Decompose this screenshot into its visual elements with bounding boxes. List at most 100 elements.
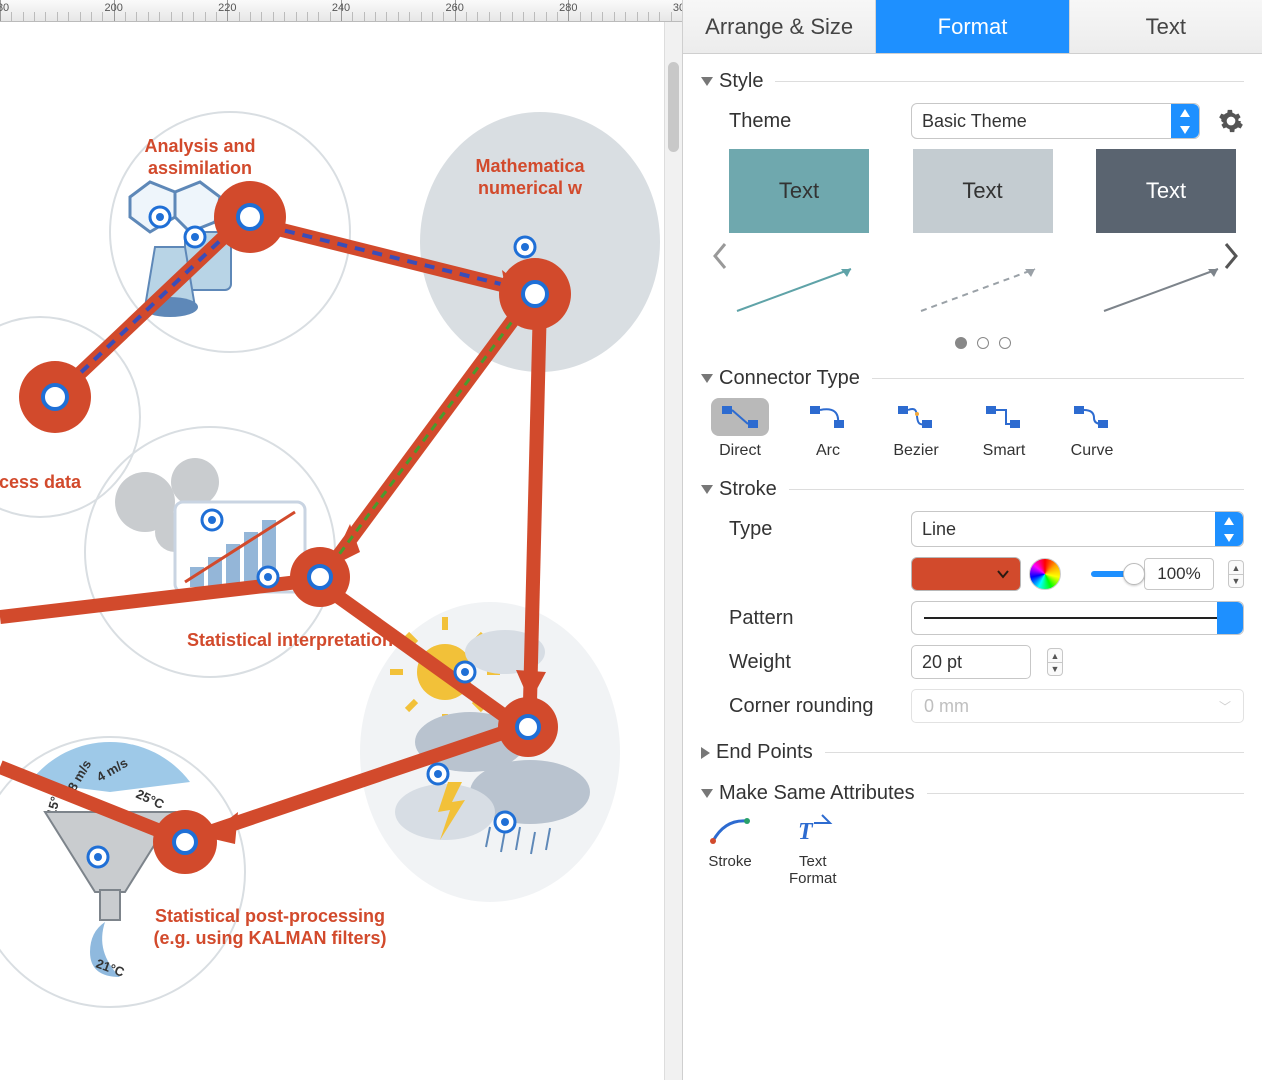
select-stepper-icon[interactable] [1171, 104, 1199, 138]
connector-type-label: Smart [983, 442, 1026, 460]
svg-text:T: T [798, 819, 814, 845]
opacity-stepper[interactable]: ▲▼ [1228, 560, 1244, 588]
chevron-right-icon[interactable] [1220, 241, 1240, 271]
section-title: Style [719, 70, 763, 93]
connector-curve-icon [1063, 398, 1121, 436]
section-title: Stroke [719, 478, 777, 501]
disclosure-triangle-icon [701, 789, 713, 798]
section-title: Make Same Attributes [719, 782, 915, 805]
theme-swatch[interactable]: Text [913, 149, 1053, 233]
theme-arrow-sample[interactable] [729, 259, 869, 319]
connector-type-label: Bezier [893, 442, 938, 460]
connector-type-bezier[interactable]: Bezier [887, 398, 945, 460]
node-weather[interactable] [498, 697, 558, 757]
section-style: Style Theme Basic Theme TextTex [701, 70, 1244, 349]
section-end-points: End Points [701, 741, 1244, 764]
page-dot[interactable] [999, 337, 1011, 349]
section-same-attrs: Make Same Attributes Stroke T Text Format [701, 782, 1244, 887]
theme-select[interactable]: Basic Theme [911, 103, 1200, 139]
theme-arrow-sample[interactable] [1096, 259, 1236, 319]
weight-input[interactable]: 20 pt [911, 645, 1031, 679]
select-stepper-icon[interactable] [1217, 602, 1243, 634]
tab-arrange-size[interactable]: Arrange & Size [683, 0, 876, 53]
connector-type-arc[interactable]: Arc [799, 398, 857, 460]
connector-type-label: Arc [816, 442, 840, 460]
scroll-thumb[interactable] [668, 62, 679, 152]
section-header-style[interactable]: Style [701, 70, 1244, 93]
disclosure-triangle-icon [701, 374, 713, 383]
theme-label: Theme [729, 110, 899, 133]
node-postproc[interactable] [153, 810, 217, 874]
gear-icon[interactable] [1218, 108, 1244, 134]
same-attr-stroke[interactable]: Stroke [707, 813, 753, 887]
label-math2: numerical w [478, 178, 583, 198]
select-stepper-icon[interactable] [1215, 512, 1243, 546]
corner-rounding-input: 0 mm ﹀ [911, 689, 1244, 723]
connector-smart-icon [975, 398, 1033, 436]
opacity-slider[interactable] [1091, 571, 1134, 577]
label-analysis: Analysis and [144, 136, 255, 156]
slider-knob[interactable] [1123, 563, 1145, 585]
stroke-type-value: Line [922, 519, 956, 540]
color-wheel-icon[interactable] [1029, 558, 1061, 590]
theme-swatch[interactable]: Text [1096, 149, 1236, 233]
connector-type-smart[interactable]: Smart [975, 398, 1033, 460]
same-attr-label: Text Format [789, 853, 837, 887]
section-header-same-attrs[interactable]: Make Same Attributes [701, 782, 1244, 805]
connector-type-curve[interactable]: Curve [1063, 398, 1121, 460]
tab-format[interactable]: Format [876, 0, 1069, 53]
corner-placeholder: 0 mm [924, 696, 969, 717]
disclosure-triangle-icon [701, 77, 713, 86]
pattern-select[interactable] [911, 601, 1244, 635]
label-math1: Mathematica [475, 156, 585, 176]
svg-text:21°C: 21°C [94, 956, 127, 980]
tab-text[interactable]: Text [1070, 0, 1262, 53]
connector-type-direct[interactable]: Direct [711, 398, 769, 460]
page-dot[interactable] [977, 337, 989, 349]
same-attr-text_format[interactable]: T Text Format [789, 813, 837, 887]
inspector-panel: Arrange & Size Format Text Style Theme B… [682, 0, 1262, 1080]
label-post2: (e.g. using KALMAN filters) [154, 928, 387, 948]
same-attr-label: Stroke [708, 853, 751, 870]
canvas-pane[interactable]: 180200220240260280300 [0, 0, 682, 1080]
canvas[interactable]: 8 m/s 4 m/s 15°C 25°C 21°C [0, 22, 682, 1080]
theme-arrow-sample[interactable] [913, 259, 1053, 319]
weight-label: Weight [729, 651, 899, 674]
gallery-page-dots[interactable] [729, 337, 1236, 349]
section-title: Connector Type [719, 367, 860, 390]
connector-arc-icon [799, 398, 857, 436]
theme-swatch[interactable]: Text [729, 149, 869, 233]
section-connector-type: Connector Type Direct Arc Bezier Smart Curve [701, 367, 1244, 460]
opacity-value[interactable]: 100% [1144, 558, 1214, 590]
disclosure-triangle-icon [701, 485, 713, 494]
stroke-color-swatch[interactable] [911, 557, 1021, 591]
diagram-svg[interactable]: 8 m/s 4 m/s 15°C 25°C 21°C [0, 22, 682, 1080]
label-assimilation: assimilation [148, 158, 252, 178]
label-stat-interp: Statistical interpretation [187, 630, 393, 650]
connector-type-label: Direct [719, 442, 761, 460]
chevron-down-icon: ﹀ [1219, 698, 1231, 715]
pattern-label: Pattern [729, 607, 899, 630]
page-dot[interactable] [955, 337, 967, 349]
section-header-endpoints[interactable]: End Points [701, 741, 1244, 764]
stroke-type-select[interactable]: Line [911, 511, 1244, 547]
theme-value: Basic Theme [922, 111, 1027, 132]
theme-gallery: Text Text Text [729, 149, 1236, 349]
connector-direct-icon [711, 398, 769, 436]
node-analysis[interactable] [214, 181, 286, 253]
node-stat-interp[interactable] [290, 547, 350, 607]
node-process-data[interactable] [19, 361, 91, 433]
disclosure-triangle-icon [701, 747, 710, 759]
label-post1: Statistical post-processing [155, 906, 385, 926]
solid-line-icon [924, 617, 1231, 619]
section-header-stroke[interactable]: Stroke [701, 478, 1244, 501]
vertical-scrollbar[interactable] [664, 22, 682, 1080]
text_format-icon: T [790, 813, 836, 847]
weight-stepper[interactable]: ▲▼ [1047, 648, 1063, 676]
label-process: cess data [0, 472, 82, 492]
section-title: End Points [716, 741, 813, 764]
chevron-left-icon[interactable] [711, 241, 731, 271]
node-math[interactable] [499, 258, 571, 330]
svg-text:25°C: 25°C [134, 786, 167, 812]
section-header-connector[interactable]: Connector Type [701, 367, 1244, 390]
